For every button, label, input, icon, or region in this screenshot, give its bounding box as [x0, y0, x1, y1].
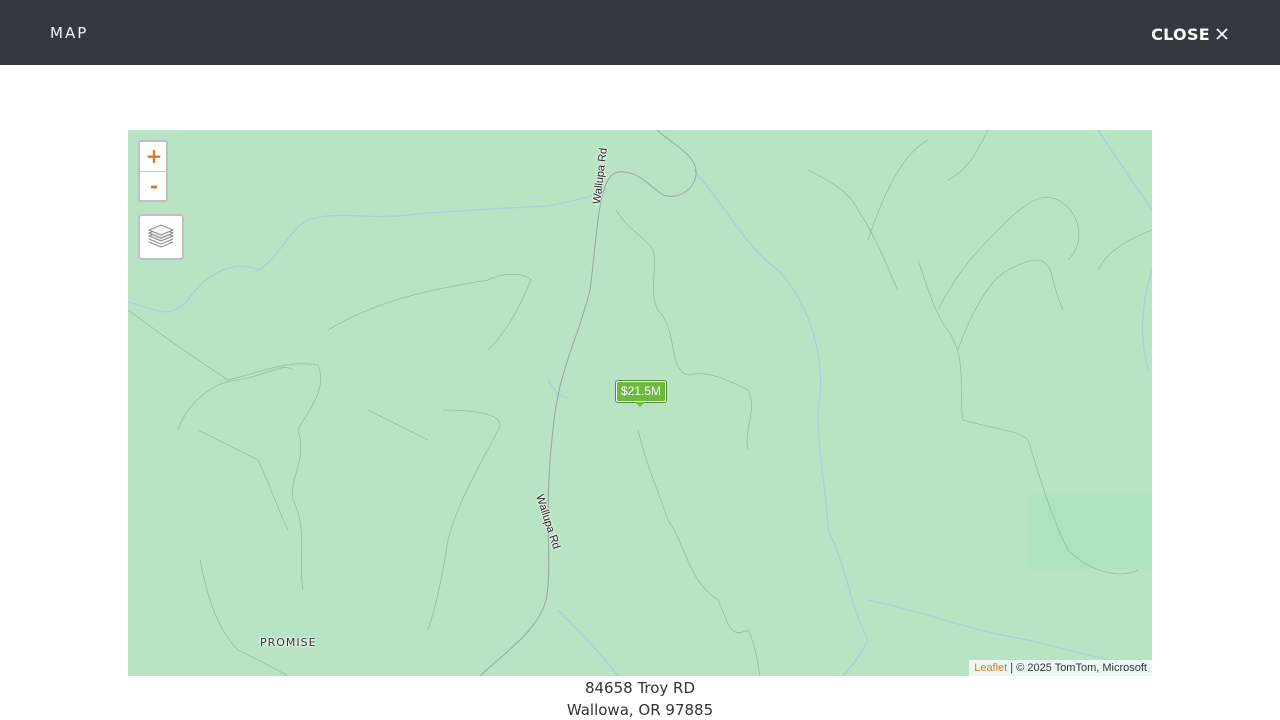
- address-street: 84658 Troy RD: [584, 679, 696, 697]
- close-icon: [1216, 28, 1228, 40]
- close-button[interactable]: CLOSE: [1151, 23, 1228, 45]
- attribution-text: | © 2025 TomTom, Microsoft: [1007, 662, 1147, 674]
- zoom-out-button[interactable]: -: [140, 171, 168, 201]
- page-title: MAP: [50, 24, 89, 42]
- map-view[interactable]: + - Wallupa Rd Wallupa Rd PROMISE $21.5M…: [128, 130, 1152, 676]
- top-bar: MAP CLOSE: [0, 0, 1280, 65]
- place-label: PROMISE: [260, 636, 317, 649]
- zoom-in-button[interactable]: +: [140, 142, 168, 171]
- layers-icon: [147, 224, 175, 248]
- map-attribution: Leaflet | © 2025 TomTom, Microsoft: [969, 660, 1152, 676]
- address-city: Wallowa, OR 97885: [566, 701, 714, 719]
- zoom-control: + -: [138, 140, 168, 202]
- layers-button[interactable]: [138, 214, 184, 260]
- leaflet-link[interactable]: Leaflet: [974, 662, 1007, 674]
- close-label: CLOSE: [1151, 24, 1210, 44]
- price-marker[interactable]: $21.5M: [616, 381, 667, 407]
